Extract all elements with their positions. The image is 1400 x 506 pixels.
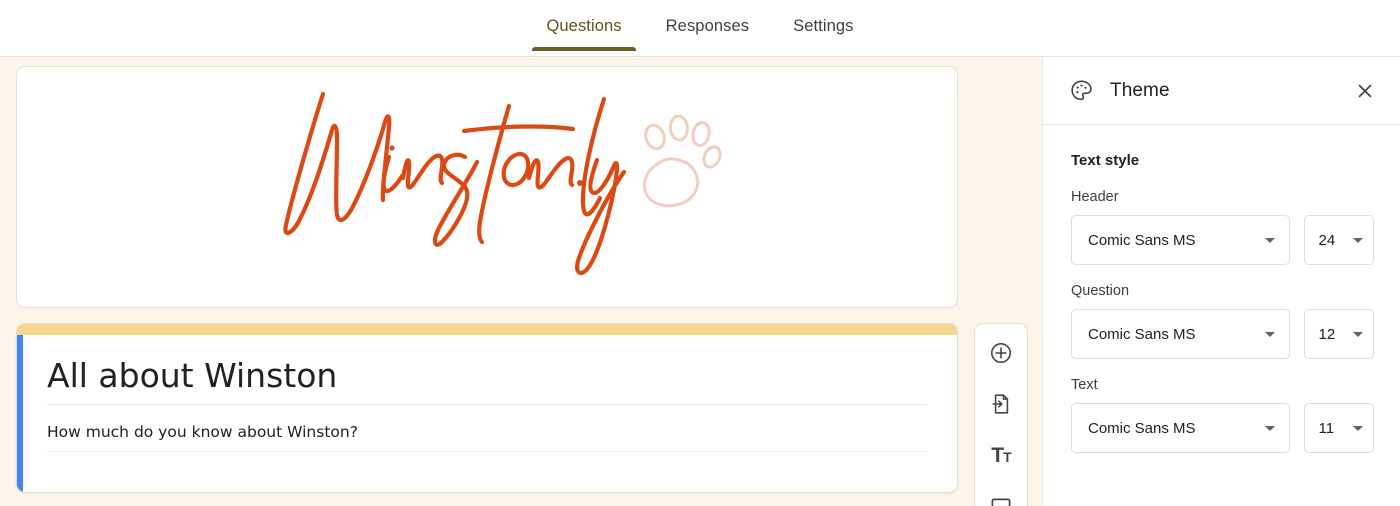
theme-panel-body: Text style Header Comic Sans MS 24 Quest…: [1043, 125, 1400, 453]
palette-icon: [1069, 78, 1094, 103]
tab-questions[interactable]: Questions: [524, 0, 643, 51]
tab-settings-label: Settings: [793, 17, 854, 35]
form-header-card[interactable]: [16, 66, 958, 308]
card-accent-left: [17, 335, 23, 492]
theme-panel-header: Theme: [1043, 57, 1400, 125]
tab-responses[interactable]: Responses: [644, 0, 771, 51]
tab-settings[interactable]: Settings: [771, 0, 875, 51]
chevron-down-icon: [1264, 237, 1275, 243]
import-questions-button[interactable]: [986, 390, 1016, 420]
title-text-icon: TT: [991, 444, 1011, 468]
form-canvas: All about Winston How much do you know a…: [0, 57, 1042, 506]
question-font-label: Question: [1071, 283, 1130, 299]
add-title-description-button[interactable]: TT: [986, 441, 1016, 471]
form-title-input[interactable]: All about Winston: [47, 357, 927, 405]
form-description-input[interactable]: How much do you know about Winston?: [47, 423, 927, 452]
header-font-group: Header Comic Sans MS 24: [1071, 189, 1374, 265]
chevron-down-icon: [1353, 425, 1363, 431]
google-forms-editor: Questions Responses Settings All about W…: [0, 0, 1400, 506]
chevron-down-icon: [1353, 331, 1363, 337]
form-header-image: [252, 82, 722, 292]
header-font-family-select[interactable]: Comic Sans MS: [1071, 215, 1290, 265]
question-font-family-select[interactable]: Comic Sans MS: [1071, 309, 1290, 359]
question-font-group: Question Comic Sans MS 12: [1071, 283, 1374, 359]
header-font-size-value: 24: [1318, 231, 1336, 249]
plus-circle-icon: [989, 341, 1013, 365]
question-font-size-select[interactable]: 12: [1303, 309, 1374, 359]
question-font-size-value: 12: [1318, 325, 1336, 343]
text-font-group: Text Comic Sans MS 11: [1071, 377, 1374, 453]
question-font-family-value: Comic Sans MS: [1088, 325, 1196, 343]
text-font-size-select[interactable]: 11: [1303, 403, 1374, 453]
form-title-card-body: All about Winston How much do you know a…: [47, 335, 943, 492]
card-accent-top: [17, 324, 957, 335]
add-image-button[interactable]: [986, 493, 1016, 506]
theme-panel-title: Theme: [1110, 79, 1170, 101]
header-font-label: Header: [1071, 189, 1119, 205]
form-title-card[interactable]: All about Winston How much do you know a…: [16, 323, 958, 493]
chevron-down-icon: [1353, 237, 1363, 243]
text-font-size-value: 11: [1318, 419, 1335, 437]
theme-panel: Theme Text style Header Comic Sans MS 24: [1042, 57, 1400, 506]
text-font-label: Text: [1071, 377, 1098, 393]
add-question-button[interactable]: [986, 338, 1016, 368]
text-font-family-select[interactable]: Comic Sans MS: [1071, 403, 1290, 453]
image-icon: [989, 495, 1013, 506]
tab-responses-label: Responses: [665, 17, 750, 35]
header-font-family-value: Comic Sans MS: [1088, 231, 1196, 249]
editor-tab-bar: Questions Responses Settings: [0, 0, 1400, 57]
header-font-size-select[interactable]: 24: [1303, 215, 1374, 265]
question-toolbar: TT: [974, 323, 1028, 506]
tab-questions-label: Questions: [546, 17, 622, 35]
close-icon[interactable]: [1352, 78, 1378, 104]
text-font-family-value: Comic Sans MS: [1088, 419, 1196, 437]
chevron-down-icon: [1264, 331, 1275, 337]
text-style-section-label: Text style: [1071, 152, 1140, 169]
chevron-down-icon: [1264, 425, 1275, 431]
import-file-icon: [989, 392, 1013, 416]
